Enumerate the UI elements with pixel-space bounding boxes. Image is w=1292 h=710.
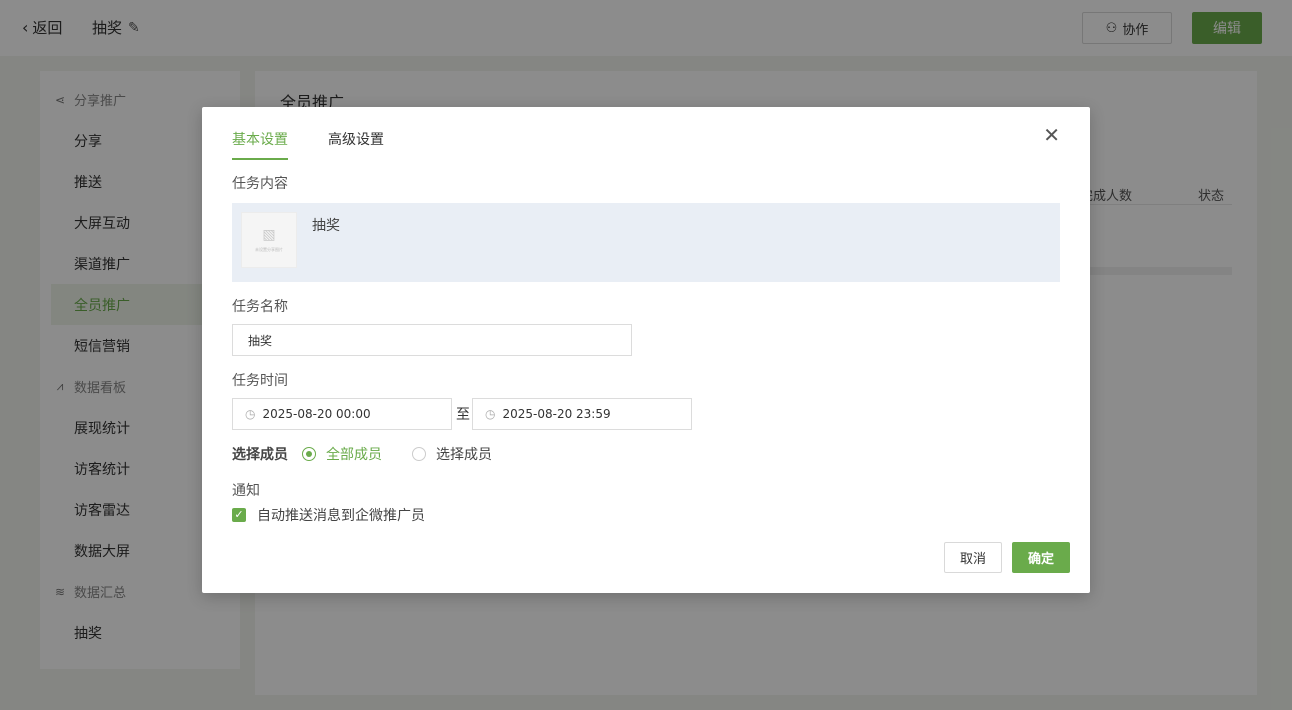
task-content-card: ▧ 未设置分享图片 抽奖	[232, 203, 1060, 282]
task-thumbnail: ▧ 未设置分享图片	[241, 212, 297, 268]
modal-tabs: 基本设置 高级设置	[232, 129, 424, 160]
cancel-button[interactable]: 取消	[944, 542, 1002, 573]
range-separator: 至	[456, 407, 470, 423]
task-name-value: 抽奖	[248, 333, 273, 348]
start-time-value: 2025-08-20 00:00	[262, 407, 371, 421]
notify-label: 通知	[232, 483, 260, 499]
radio-checked-icon	[302, 447, 316, 461]
radio-unchecked-icon	[412, 447, 426, 461]
task-settings-modal: 基本设置 高级设置 ✕ 任务内容 ▧ 未设置分享图片 抽奖 任务名称 抽奖 任务…	[202, 107, 1090, 593]
image-placeholder-icon: ▧	[262, 227, 276, 243]
radio-select-members-label: 选择成员	[436, 447, 492, 463]
end-time-input[interactable]: ◷ 2025-08-20 23:59	[472, 398, 692, 430]
end-time-value: 2025-08-20 23:59	[502, 407, 611, 421]
thumbnail-caption: 未设置分享图片	[255, 247, 283, 252]
task-name-label: 任务名称	[232, 299, 288, 315]
notify-option-label: 自动推送消息到企微推广员	[257, 508, 425, 524]
task-content-label: 任务内容	[232, 176, 288, 192]
close-icon[interactable]: ✕	[1043, 125, 1060, 145]
task-name-input[interactable]: 抽奖	[232, 324, 632, 356]
radio-all-members[interactable]: 全部成员	[302, 444, 382, 464]
clock-icon: ◷	[245, 407, 256, 421]
radio-select-members[interactable]: 选择成员	[412, 444, 492, 464]
notify-checkbox-row[interactable]: ✓ 自动推送消息到企微推广员	[232, 505, 425, 525]
confirm-button[interactable]: 确定	[1012, 542, 1070, 573]
member-selection-row: 选择成员 全部成员 选择成员	[232, 444, 522, 464]
member-label: 选择成员	[232, 447, 288, 463]
tab-basic-settings[interactable]: 基本设置	[232, 129, 288, 160]
task-time-label: 任务时间	[232, 373, 288, 389]
checkbox-checked-icon[interactable]: ✓	[232, 508, 246, 522]
task-item-name: 抽奖	[312, 218, 340, 234]
radio-all-members-label: 全部成员	[326, 447, 382, 463]
start-time-input[interactable]: ◷ 2025-08-20 00:00	[232, 398, 452, 430]
tab-advanced-settings[interactable]: 高级设置	[328, 129, 384, 160]
clock-icon: ◷	[485, 407, 496, 421]
